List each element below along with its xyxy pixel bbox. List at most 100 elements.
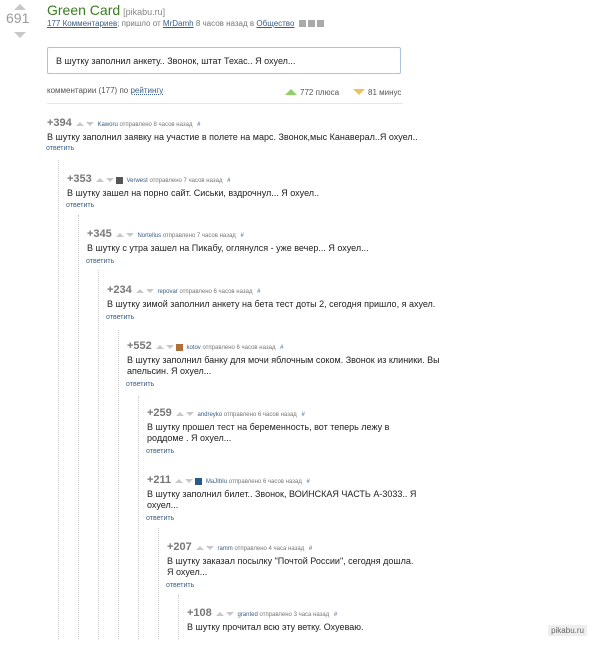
post-meta: 177 Комментариев; пришло от MrDamh 8 час… (47, 19, 324, 28)
comment-text: В шутку прошел тест на беременность, вот… (147, 422, 389, 444)
share-vk-icon[interactable] (298, 20, 306, 28)
comment-text-line: В шутку заказал посылку "Почтой России",… (167, 556, 414, 566)
reply-link[interactable]: ответить (46, 145, 74, 152)
post-body: В шутку заполнил анкету.. Звонок, штат Т… (47, 47, 401, 74)
minus-triangle-icon (353, 89, 365, 95)
share-fb-icon[interactable] (307, 20, 315, 28)
comment-downvote-icon[interactable] (165, 345, 174, 350)
comment-text: В шутку с утра зашел на Пикабу, оглянулс… (87, 243, 369, 253)
downvote-arrow-icon[interactable] (14, 32, 26, 38)
comment-header: +345 Nortellus отправлено 7 часов назад … (87, 228, 244, 240)
comment-permalink[interactable]: # (334, 612, 337, 618)
reply-link[interactable]: ответить (146, 448, 174, 455)
comment-permalink[interactable]: # (257, 289, 260, 295)
comment: +345 Nortellus отправлено 7 часов назад … (86, 228, 507, 268)
comment-author-link[interactable]: andreyko (197, 412, 222, 418)
comment-upvote-icon[interactable] (95, 178, 104, 183)
comment-downvote-icon[interactable] (185, 412, 194, 417)
post-title-text[interactable]: Green Card (47, 2, 120, 18)
avatar (115, 176, 123, 184)
comment-downvote-icon[interactable] (125, 233, 134, 238)
comment-author-link[interactable]: kotov (186, 345, 200, 351)
reply-link[interactable]: ответить (86, 258, 114, 265)
post-author-link[interactable]: MrDamh (163, 19, 194, 28)
comment-author-link[interactable]: MaJIbIu (206, 479, 227, 485)
comment: +108 granted отправлено 3 часа назад # В… (187, 607, 567, 647)
sort-by-rating-link[interactable]: рейтингу (130, 86, 163, 95)
meta-middle: ; пришло от (117, 19, 161, 28)
comment-author-link[interactable]: granted (237, 612, 257, 618)
comment-text: В шутку заполнил заявку на участие в пол… (47, 132, 418, 142)
comment-upvote-icon[interactable] (215, 612, 224, 617)
comment-upvote-icon[interactable] (175, 479, 184, 484)
comment-upvote-icon[interactable] (115, 233, 124, 238)
comment-author-link[interactable]: Kaworu (97, 122, 117, 128)
category-link[interactable]: Общество (256, 19, 294, 28)
thread-line (118, 330, 119, 639)
comment-time: отправлено 6 часов назад (223, 412, 297, 418)
comment-time: отправлено 7 часов назад (162, 233, 236, 239)
divider (47, 103, 403, 104)
comment-author-link[interactable]: repovar (157, 289, 177, 295)
comment-permalink[interactable]: # (240, 233, 243, 239)
comment-time: отправлено 6 часов назад (228, 479, 302, 485)
reply-link[interactable]: ответить (66, 202, 94, 209)
comment-downvote-icon[interactable] (225, 612, 234, 617)
comment-downvote-icon[interactable] (105, 178, 114, 183)
comment: +234 repovar отправлено 6 часов назад # … (106, 284, 527, 324)
comments-count-label: комментарии (177) по (47, 86, 129, 95)
comment-permalink[interactable]: # (309, 546, 312, 552)
comment: +353 Verwest отправлено 7 часов назад # … (66, 173, 487, 213)
reply-link[interactable]: ответить (146, 515, 174, 522)
comment-time: отправлено 4 часа назад (234, 546, 305, 552)
comment-upvote-icon[interactable] (155, 345, 164, 350)
reply-link[interactable]: ответить (166, 582, 194, 589)
comment-text-line: В шутку заполнил билет.. Звонок, ВОИНСКА… (147, 489, 417, 499)
comment-text-line: Я охуел... (167, 567, 208, 577)
comment-text-line: роддоме . Я охуел... (147, 433, 232, 443)
post-header: 691 Green Card [pikabu.ru] 177 Комментари… (0, 0, 592, 44)
comment-permalink[interactable]: # (280, 345, 283, 351)
comment-upvote-icon[interactable] (195, 546, 204, 551)
comment-downvote-icon[interactable] (205, 546, 214, 551)
comment-author-link[interactable]: Nortellus (137, 233, 161, 239)
comment-permalink[interactable]: # (307, 479, 310, 485)
comment-time: отправлено 3 часа назад (259, 612, 330, 618)
comment-permalink[interactable]: # (227, 178, 230, 184)
comment-author-link[interactable]: Verwest (126, 178, 147, 184)
comment-downvote-icon[interactable] (85, 122, 94, 127)
comment-text: В шутку заполнил билет.. Звонок, ВОИНСКА… (147, 489, 416, 511)
thread-line (178, 595, 179, 639)
comment-upvote-icon[interactable] (135, 289, 144, 294)
post-title[interactable]: Green Card [pikabu.ru] (47, 2, 165, 18)
comment-text: В шутку зимой заполнил анкету на бета те… (107, 299, 436, 309)
comment-header: +394 Kaworu отправлено 8 часов назад # (47, 117, 200, 129)
comment-upvote-icon[interactable] (75, 122, 84, 127)
comment-header: +207 ramm отправлено 4 часа назад # (167, 541, 312, 553)
comments-count-link[interactable]: 177 Комментариев (47, 19, 117, 28)
reply-link[interactable]: ответить (106, 314, 134, 321)
comment-header: +234 repovar отправлено 6 часов назад # (107, 284, 260, 296)
reply-link[interactable]: ответить (126, 381, 154, 388)
comment: +552 kotov отправлено 6 часов назад # В … (126, 340, 547, 388)
comment-text: В шутку заполнил банку для мочи яблочным… (127, 355, 440, 377)
comment-header: +211 MaJIbIu отправлено 6 часов назад # (147, 474, 310, 486)
comment-downvote-icon[interactable] (185, 479, 194, 484)
comment-score: +345 (87, 228, 112, 240)
comment-header: +108 granted отправлено 3 часа назад # (187, 607, 337, 619)
post-source: [pikabu.ru] (123, 7, 166, 17)
post-rating-value: 691 (6, 10, 30, 26)
share-twitter-icon[interactable] (316, 20, 324, 28)
comment-score: +353 (67, 173, 92, 185)
comment-score: +234 (107, 284, 132, 296)
minus-count: 81 минус (368, 88, 402, 97)
comment-author-link[interactable]: ramm (217, 546, 232, 552)
comment-text: В шутку зашел на порно сайт. Сиськи, взд… (67, 188, 320, 198)
comment-permalink[interactable]: # (197, 122, 200, 128)
comment-permalink[interactable]: # (301, 412, 304, 418)
thread-line (58, 160, 59, 639)
comment-upvote-icon[interactable] (175, 412, 184, 417)
avatar (195, 477, 203, 485)
comment-downvote-icon[interactable] (145, 289, 154, 294)
comment-time: отправлено 6 часов назад (179, 289, 253, 295)
